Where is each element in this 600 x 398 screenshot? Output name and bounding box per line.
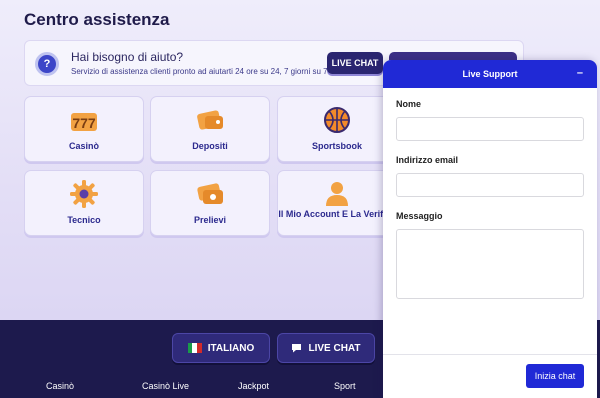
start-chat-button[interactable]: Inizia chat — [526, 364, 584, 388]
category-label: Prelievi — [193, 215, 227, 225]
category-tile-account[interactable]: Il Mio Account E La Verifica — [277, 170, 397, 236]
page-title: Centro assistenza — [24, 10, 170, 29]
footer-link-jackpot[interactable]: Jackpot — [238, 381, 269, 391]
svg-text:777: 777 — [72, 115, 96, 131]
category-label: Sportsbook — [311, 141, 362, 151]
gear-icon — [70, 180, 98, 208]
chat-bubble-icon — [292, 344, 302, 353]
category-label: Depositi — [192, 141, 228, 151]
language-selector[interactable]: ITALIANO — [172, 333, 270, 363]
banner-live-chat-button[interactable]: LIVE CHAT — [327, 52, 383, 74]
minimize-icon[interactable]: – — [577, 67, 583, 79]
footer-live-chat-label: LIVE CHAT — [308, 342, 361, 354]
cash-icon — [197, 183, 223, 204]
slot-777-icon: 777 — [71, 113, 97, 131]
category-label: Casinò — [68, 141, 99, 151]
footer-link-casino[interactable]: Casinò — [46, 381, 74, 391]
wallet-icon — [197, 110, 223, 130]
message-label: Messaggio — [396, 211, 443, 221]
chat-footer: Inizia chat — [383, 354, 597, 398]
category-tile-casino[interactable]: 777 Casinò — [24, 96, 144, 162]
basketball-icon — [324, 107, 350, 133]
help-subtitle: Servizio di assistenza clienti pronto ad… — [71, 67, 330, 76]
chat-title: Live Support — [462, 69, 518, 79]
category-tile-depositi[interactable]: Depositi — [150, 96, 270, 162]
category-tile-tecnico[interactable]: Tecnico — [24, 170, 144, 236]
category-tile-prelievi[interactable]: Prelievi — [150, 170, 270, 236]
category-label: Tecnico — [67, 215, 101, 225]
footer-link-casino-live[interactable]: Casinò Live — [142, 381, 189, 391]
name-field[interactable] — [396, 117, 584, 141]
footer-live-chat-button[interactable]: LIVE CHAT — [277, 333, 375, 363]
message-field[interactable] — [396, 229, 584, 299]
category-tile-sportsbook[interactable]: Sportsbook — [277, 96, 397, 162]
footer-link-sport[interactable]: Sport — [334, 381, 356, 391]
help-title: Hai bisogno di aiuto? — [71, 50, 184, 64]
name-label: Nome — [396, 99, 422, 109]
live-support-panel: Live Support – Nome Indirizzo email Mess… — [383, 60, 597, 398]
question-icon: ? — [35, 52, 59, 76]
language-label: ITALIANO — [207, 342, 255, 354]
user-icon — [326, 182, 348, 206]
italy-flag-icon — [187, 343, 202, 353]
category-label: Il Mio Account E La Verifica — [278, 209, 396, 219]
chat-header: Live Support – — [383, 60, 597, 88]
email-field[interactable] — [396, 173, 584, 197]
email-label: Indirizzo email — [396, 155, 459, 165]
